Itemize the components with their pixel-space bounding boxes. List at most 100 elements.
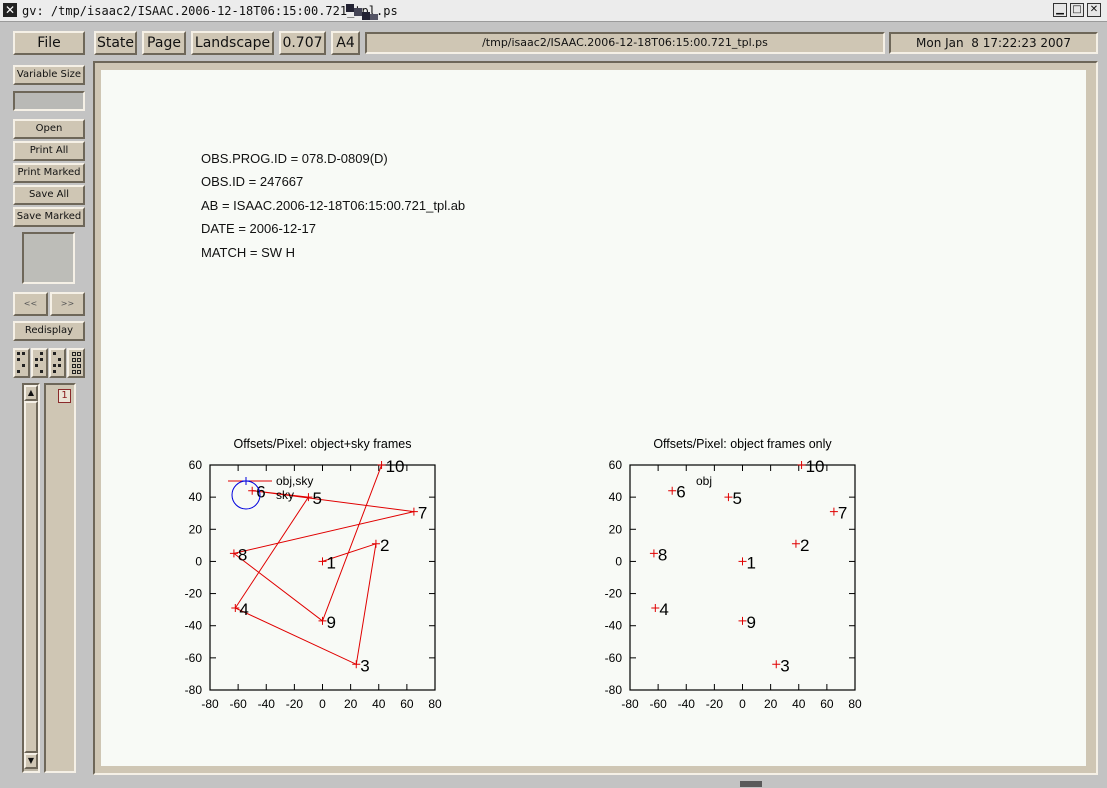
page-list[interactable]: 1 [44, 383, 76, 773]
chart-title: Offsets/Pixel: object frames only [653, 437, 832, 451]
x-tick-label: 80 [428, 697, 442, 711]
scroll-down-arrow-icon[interactable]: ▼ [24, 753, 38, 769]
x-tick-label: -20 [286, 697, 304, 711]
legend-label-obj-sky: obj,sky [276, 474, 313, 488]
save-all-button[interactable]: Save All [13, 185, 85, 205]
legend-label-sky: sky [276, 488, 294, 502]
y-tick-label: 20 [189, 522, 203, 536]
redisplay-button[interactable]: Redisplay [13, 321, 85, 341]
point-label-5: 5 [732, 489, 741, 508]
point-marker-2 [791, 539, 800, 548]
window-title: gv: /tmp/isaac2/ISAAC.2006-12-18T06:15:0… [22, 4, 398, 18]
plot-frame [209, 464, 436, 691]
scale-button[interactable]: 0.707 [279, 31, 326, 55]
panner-area[interactable] [22, 232, 75, 284]
point-label-8: 8 [238, 545, 247, 564]
point-marker-5 [304, 493, 313, 502]
point-label-6: 6 [256, 483, 265, 502]
y-tick-label: 60 [189, 458, 203, 472]
ab-line: AB = ISAAC.2006-12-18T06:15:00.721_tpl.a… [201, 198, 466, 213]
point-label-7: 7 [418, 504, 427, 523]
window-menu-icon[interactable]: ✕ [3, 3, 17, 17]
point-marker-9 [738, 616, 747, 625]
point-label-3: 3 [780, 656, 789, 675]
point-marker-4 [231, 604, 240, 613]
point-label-7: 7 [838, 504, 847, 523]
x-tick-label: 80 [848, 697, 862, 711]
scroll-up-arrow-icon[interactable]: ▲ [24, 385, 38, 401]
x-tick-label: 20 [764, 697, 778, 711]
unmark-all-icon[interactable] [67, 348, 85, 378]
toggle-mark-icon[interactable] [49, 348, 66, 378]
resize-grip-icon[interactable] [740, 781, 762, 787]
state-button[interactable]: State [94, 31, 137, 55]
point-label-4: 4 [659, 600, 668, 619]
x-tick-label: -60 [649, 697, 667, 711]
point-label-2: 2 [800, 536, 809, 555]
plot-frame [629, 464, 856, 691]
open-button[interactable]: Open [13, 119, 85, 139]
point-label-4: 4 [239, 600, 248, 619]
offsets-chart-object-only: Offsets/Pixel: object frames only -80 -60 -… [605, 437, 862, 711]
point-label-8: 8 [658, 545, 667, 564]
point-label-5: 5 [312, 489, 321, 508]
titlebar-grip-icon [346, 4, 378, 20]
file-button[interactable]: File [13, 31, 85, 55]
y-tick-label: -40 [185, 619, 203, 633]
point-marker-1 [738, 557, 747, 566]
page-button[interactable]: Page [142, 31, 186, 55]
y-tick-label: -60 [185, 651, 203, 665]
point-marker-6 [668, 486, 677, 495]
prev-page-button[interactable]: << [13, 292, 48, 316]
print-all-button[interactable]: Print All [13, 141, 85, 161]
media-button[interactable]: A4 [331, 31, 360, 55]
x-tick-label: -40 [258, 697, 276, 711]
point-marker-9 [318, 616, 327, 625]
page-list-item[interactable]: 1 [58, 389, 71, 403]
point-marker-3 [772, 660, 781, 669]
offsets-chart-object-sky: Offsets/Pixel: object+sky frames -80 -60 -4… [185, 437, 442, 711]
x-tick-label: -80 [201, 697, 219, 711]
obs-prog-id-line: OBS.PROG.ID = 078.D-0809(D) [201, 151, 388, 166]
point-marker-5 [724, 493, 733, 502]
y-tick-label: -40 [605, 619, 623, 633]
point-marker-7 [829, 507, 838, 516]
point-marker-8 [649, 549, 658, 558]
close-icon[interactable]: ✕ [1087, 3, 1101, 17]
x-tick-label: -60 [229, 697, 247, 711]
y-tick-label: -60 [605, 651, 623, 665]
x-tick-label: 60 [400, 697, 414, 711]
chart-title: Offsets/Pixel: object+sky frames [234, 437, 412, 451]
maximize-icon[interactable]: □ [1070, 3, 1084, 17]
mark-odd-icon[interactable] [13, 348, 30, 378]
point-marker-3 [352, 660, 361, 669]
x-tick-label: 0 [319, 697, 326, 711]
y-tick-label: 40 [189, 490, 203, 504]
x-tick-label: 40 [792, 697, 806, 711]
page-list-scrollbar[interactable]: ▲ ▼ [22, 383, 40, 773]
x-tick-label: 20 [344, 697, 358, 711]
x-tick-label: 60 [820, 697, 834, 711]
mark-even-icon[interactable] [31, 348, 48, 378]
point-marker-6 [248, 486, 257, 495]
minimize-icon[interactable]: ▁ [1053, 3, 1067, 17]
filename-display: /tmp/isaac2/ISAAC.2006-12-18T06:15:00.72… [365, 32, 885, 54]
y-tick-label: 0 [615, 554, 622, 568]
orientation-button[interactable]: Landscape [191, 31, 274, 55]
magnifier-area [13, 91, 85, 111]
x-tick-label: -20 [706, 697, 724, 711]
next-page-button[interactable]: >> [50, 292, 85, 316]
x-tick-label: -80 [621, 697, 639, 711]
save-marked-button[interactable]: Save Marked [13, 207, 85, 227]
point-label-1: 1 [747, 553, 756, 572]
y-tick-label: 20 [609, 522, 623, 536]
date-display: Mon Jan 8 17:22:23 2007 [889, 32, 1098, 54]
print-marked-button[interactable]: Print Marked [13, 163, 85, 183]
point-label-2: 2 [380, 536, 389, 555]
scrollbar-thumb[interactable] [24, 401, 38, 753]
point-marker-2 [371, 539, 380, 548]
x-tick-label: 40 [372, 697, 386, 711]
point-marker-7 [409, 507, 418, 516]
date-line: DATE = 2006-12-17 [201, 221, 317, 236]
variable-size-button[interactable]: Variable Size [13, 65, 85, 85]
